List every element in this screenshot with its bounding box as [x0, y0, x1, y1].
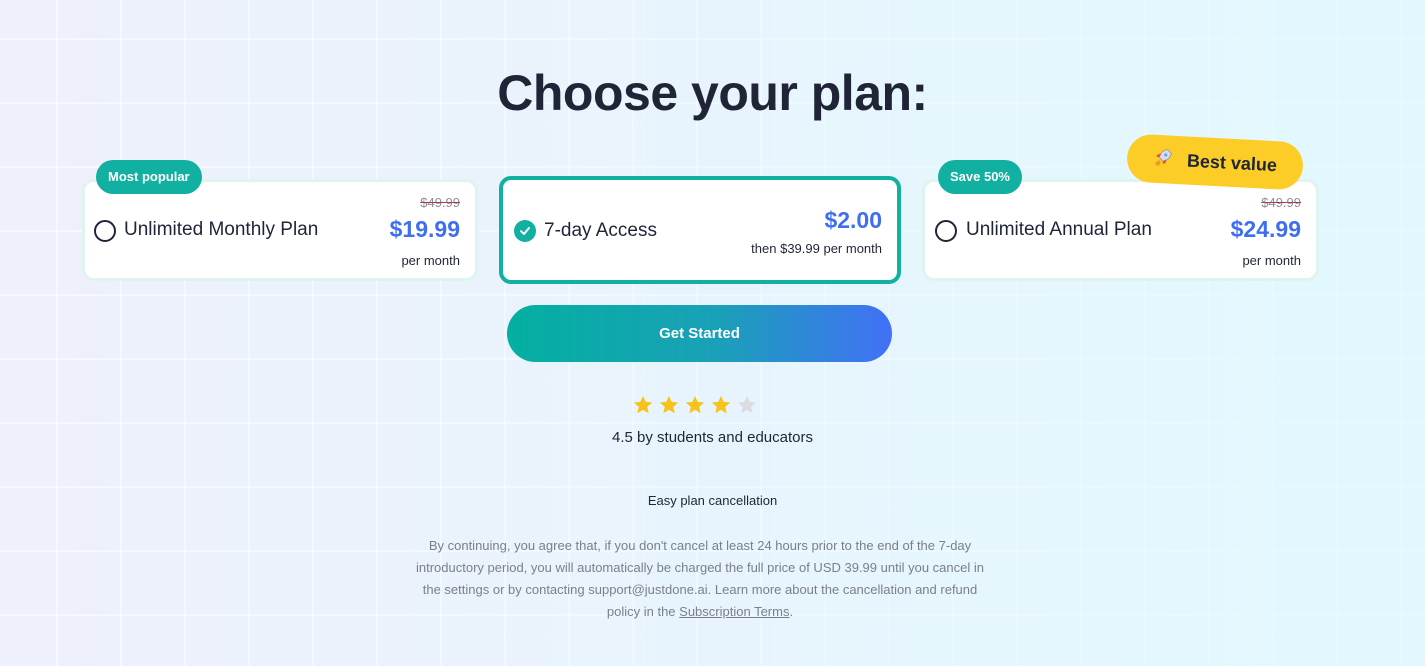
- rating-text: 4.5 by students and educators: [612, 429, 813, 446]
- rocket-icon: [1152, 146, 1173, 172]
- star-empty-icon: [737, 395, 757, 414]
- plan-card-trial[interactable]: 7-day Access $2.00 then $39.99 per month: [499, 176, 901, 284]
- plan-name: Unlimited Annual Plan: [966, 219, 1152, 240]
- star-icon: [685, 395, 705, 414]
- plan-price: $24.99: [1230, 216, 1301, 242]
- best-value-ribbon: Best value: [1125, 133, 1305, 191]
- plan-card-monthly[interactable]: Unlimited Monthly Plan $49.99 $19.99 per…: [82, 179, 478, 281]
- price-period: then $39.99 per month: [751, 241, 882, 256]
- star-icon: [633, 395, 653, 414]
- best-value-label: Best value: [1186, 150, 1278, 175]
- price-period: per month: [1242, 253, 1301, 268]
- subscription-terms-link[interactable]: Subscription Terms: [679, 604, 789, 619]
- plan-card-annual[interactable]: Unlimited Annual Plan $49.99 $24.99 per …: [922, 179, 1319, 281]
- save-badge: Save 50%: [938, 160, 1022, 194]
- old-price: $49.99: [420, 195, 460, 210]
- page-title: Choose your plan:: [497, 65, 928, 121]
- check-icon[interactable]: [514, 220, 536, 242]
- price-period: per month: [401, 253, 460, 268]
- radio-button[interactable]: [94, 220, 116, 242]
- plan-name: Unlimited Monthly Plan: [124, 219, 319, 240]
- plan-price: $2.00: [824, 207, 882, 233]
- star-icon: [711, 395, 731, 414]
- plan-price: $19.99: [389, 216, 460, 242]
- plan-name: 7-day Access: [544, 220, 657, 241]
- get-started-button[interactable]: Get Started: [507, 305, 892, 362]
- old-price: $49.99: [1261, 195, 1301, 210]
- legal-disclaimer: By continuing, you agree that, if you do…: [416, 538, 984, 619]
- cancellation-note: Easy plan cancellation: [647, 493, 778, 508]
- radio-button[interactable]: [935, 220, 957, 242]
- most-popular-badge: Most popular: [96, 160, 202, 194]
- star-rating: [632, 394, 758, 416]
- star-icon: [659, 395, 679, 414]
